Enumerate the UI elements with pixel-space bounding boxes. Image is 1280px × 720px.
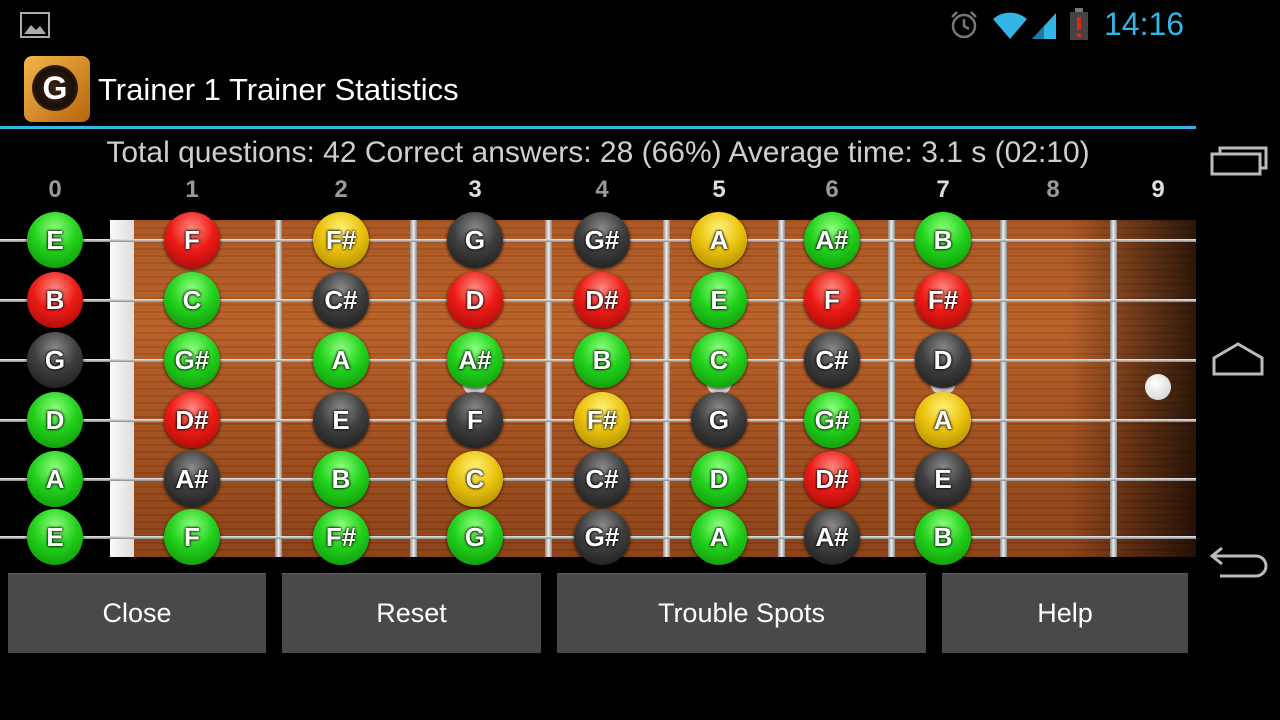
fret-number-5: 5 — [712, 176, 726, 203]
note-marker[interactable]: A# — [804, 509, 860, 565]
action-bar-divider — [0, 126, 1196, 129]
back-icon[interactable] — [1208, 538, 1268, 578]
note-marker[interactable]: A# — [164, 451, 220, 507]
note-marker[interactable]: G — [27, 332, 83, 388]
note-marker[interactable]: C# — [804, 332, 860, 388]
close-button[interactable]: Close — [8, 573, 266, 653]
note-marker[interactable]: F — [447, 392, 503, 448]
fret-wire — [663, 220, 670, 557]
status-bar: 14:16 — [0, 0, 1196, 50]
note-marker[interactable]: E — [313, 392, 369, 448]
trouble-spots-button[interactable]: Trouble Spots — [557, 573, 926, 653]
battery-alert-icon — [1070, 8, 1088, 40]
fret-number-3: 3 — [468, 176, 482, 203]
fret-number-8: 8 — [1046, 176, 1060, 203]
note-marker[interactable]: E — [691, 272, 747, 328]
note-marker[interactable]: A — [691, 212, 747, 268]
note-marker[interactable]: F# — [574, 392, 630, 448]
gallery-icon[interactable] — [20, 10, 50, 40]
note-marker[interactable]: A — [27, 451, 83, 507]
note-marker[interactable]: B — [574, 332, 630, 388]
note-marker[interactable]: D# — [164, 392, 220, 448]
fret-inlay-dot — [1145, 374, 1171, 400]
fret-number-7: 7 — [936, 176, 950, 203]
status-time: 14:16 — [1104, 6, 1185, 42]
note-marker[interactable]: D — [447, 272, 503, 328]
wifi-icon — [993, 12, 1027, 39]
fret-wire — [1000, 220, 1007, 557]
note-marker[interactable]: C# — [313, 272, 369, 328]
note-marker[interactable]: F — [804, 272, 860, 328]
note-marker[interactable]: B — [915, 212, 971, 268]
note-marker[interactable]: G — [447, 212, 503, 268]
reset-button[interactable]: Reset — [282, 573, 541, 653]
note-marker[interactable]: C# — [574, 451, 630, 507]
note-marker[interactable]: G — [447, 509, 503, 565]
note-marker[interactable]: G# — [164, 332, 220, 388]
note-marker[interactable]: B — [27, 272, 83, 328]
fret-number-9: 9 — [1151, 176, 1165, 203]
fret-number-1: 1 — [185, 176, 199, 203]
signal-icon — [1032, 13, 1056, 39]
note-marker[interactable]: A — [313, 332, 369, 388]
fret-wire — [410, 220, 417, 557]
recent-apps-icon[interactable] — [1208, 140, 1268, 180]
note-marker[interactable]: D — [27, 392, 83, 448]
note-marker[interactable]: D — [691, 451, 747, 507]
note-marker[interactable]: A# — [447, 332, 503, 388]
fret-wire — [778, 220, 785, 557]
fret-wire — [545, 220, 552, 557]
note-marker[interactable]: C — [691, 332, 747, 388]
note-marker[interactable]: B — [915, 509, 971, 565]
app-logo-letter: G — [32, 65, 78, 111]
note-marker[interactable]: E — [915, 451, 971, 507]
note-marker[interactable]: F# — [313, 212, 369, 268]
note-marker[interactable]: G# — [574, 212, 630, 268]
note-marker[interactable]: G# — [804, 392, 860, 448]
note-marker[interactable]: A# — [804, 212, 860, 268]
fret-wire — [1110, 220, 1117, 557]
alarm-icon — [951, 11, 977, 39]
fret-number-6: 6 — [825, 176, 839, 203]
note-marker[interactable]: E — [27, 212, 83, 268]
navigation-bar — [1196, 0, 1280, 720]
help-button[interactable]: Help — [942, 573, 1188, 653]
page-title: Trainer 1 Trainer Statistics — [98, 72, 459, 107]
note-marker[interactable]: G — [691, 392, 747, 448]
action-bar: G Trainer 1 Trainer Statistics — [0, 50, 1196, 126]
note-marker[interactable]: A — [691, 509, 747, 565]
note-marker[interactable]: C — [447, 451, 503, 507]
note-marker[interactable]: C — [164, 272, 220, 328]
note-marker[interactable]: B — [313, 451, 369, 507]
note-marker[interactable]: F# — [313, 509, 369, 565]
note-marker[interactable]: F — [164, 212, 220, 268]
fret-wire — [275, 220, 282, 557]
note-marker[interactable]: D# — [804, 451, 860, 507]
nut — [110, 220, 134, 557]
fret-number-4: 4 — [595, 176, 609, 203]
note-marker[interactable]: D — [915, 332, 971, 388]
note-marker[interactable]: F# — [915, 272, 971, 328]
note-marker[interactable]: E — [27, 509, 83, 565]
note-marker[interactable]: F — [164, 509, 220, 565]
note-marker[interactable]: G# — [574, 509, 630, 565]
note-marker[interactable]: D# — [574, 272, 630, 328]
note-marker[interactable]: A — [915, 392, 971, 448]
home-icon[interactable] — [1208, 340, 1268, 380]
stats-summary: Total questions: 42 Correct answers: 28 … — [106, 136, 1090, 169]
app-logo-icon[interactable]: G — [24, 56, 90, 122]
fret-number-0: 0 — [48, 176, 62, 203]
fret-wire — [888, 220, 895, 557]
fret-number-2: 2 — [334, 176, 348, 203]
